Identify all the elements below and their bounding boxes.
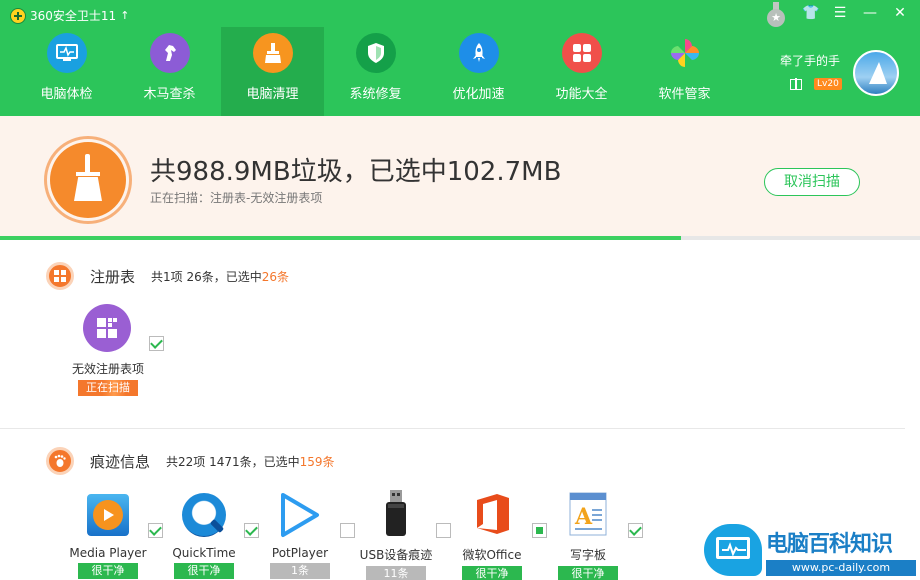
header: 360安全卫士11 ↑ ★ 👕 ☰ — ✕ 电脑体检 木马查杀 电脑清理 系统修… — [0, 0, 920, 116]
list-item[interactable]: QuickTime 很干净 — [154, 490, 259, 579]
item-status-tag: 11条 — [366, 566, 426, 580]
item-checkbox[interactable] — [628, 523, 643, 538]
list-item[interactable]: 无效注册表项 正在扫描 — [58, 304, 164, 396]
list-item[interactable]: Media Player 很干净 — [58, 490, 163, 579]
user-name[interactable]: 牵了手的手 — [780, 52, 840, 69]
media-player-icon — [87, 494, 129, 536]
menu-icon[interactable]: ☰ — [832, 5, 848, 21]
window-controls: 👕 ☰ — ✕ — [802, 5, 908, 21]
horse-icon — [149, 33, 190, 73]
cleanup-broom-icon — [50, 142, 126, 218]
potplayer-icon — [279, 492, 321, 542]
svg-text:A: A — [574, 504, 593, 530]
nav-item-repair[interactable]: 系统修复 — [324, 27, 427, 116]
grid-icon — [561, 33, 602, 73]
level-badge[interactable]: Lv20 — [814, 78, 842, 90]
nav-label: 系统修复 — [349, 87, 402, 102]
nav-item-software[interactable]: 软件管家 — [633, 27, 736, 116]
avatar[interactable] — [853, 50, 899, 96]
list-item[interactable]: USB设备痕迹 11条 — [346, 490, 451, 580]
list-item[interactable]: A 写字板 很干净 — [538, 490, 643, 580]
watermark-url: www.pc-daily.com — [766, 560, 916, 576]
update-arrow-icon[interactable]: ↑ — [120, 9, 129, 22]
quicktime-icon — [182, 493, 226, 537]
user-badges: Lv20 — [790, 77, 842, 90]
skin-icon[interactable]: 👕 — [802, 5, 819, 21]
list-item[interactable]: 微软Office 很干净 — [442, 490, 547, 580]
nav-label: 木马查杀 — [143, 87, 196, 102]
item-name: 无效注册表项 — [71, 362, 144, 376]
watermark-title: 电脑百科知识 — [766, 532, 893, 557]
main-nav: 电脑体检 木马查杀 电脑清理 系统修复 优化加速 功能大全 软件管家 — [15, 27, 736, 116]
usb-drive-icon — [384, 490, 408, 542]
wordpad-icon: A — [568, 491, 608, 541]
nav-item-trojan[interactable]: 木马查杀 — [118, 27, 221, 116]
registry-icon — [83, 304, 131, 352]
item-name: PotPlayer — [271, 546, 329, 560]
rocket-icon — [458, 33, 499, 73]
section-title: 注册表 — [90, 267, 136, 286]
section-registry: 注册表 共1项 26条，已选中26条 — [46, 262, 289, 290]
item-status-tag: 很干净 — [78, 563, 138, 579]
nav-label: 优化加速 — [452, 87, 505, 102]
minimize-icon[interactable]: — — [862, 5, 878, 21]
watermark-logo: 电脑百科知识 www.pc-daily.com — [704, 522, 920, 580]
nav-item-checkup[interactable]: 电脑体检 — [15, 27, 118, 116]
nav-item-speedup[interactable]: 优化加速 — [427, 27, 530, 116]
scan-status-banner: 共988.9MB垃圾，已选中102.7MB 正在扫描：注册表-无效注册表项 取消… — [0, 116, 920, 240]
nav-item-cleanup[interactable]: 电脑清理 — [221, 27, 324, 116]
section-divider — [0, 428, 905, 429]
section-summary: 共1项 26条，已选中26条 — [151, 269, 290, 284]
monitor-icon — [46, 33, 87, 73]
registry-section-icon — [46, 262, 74, 290]
scan-summary: 共988.9MB垃圾，已选中102.7MB — [150, 157, 562, 187]
section-traces: 痕迹信息 共22项 1471条，已选中159条 — [46, 447, 335, 475]
nav-label: 电脑清理 — [246, 87, 299, 102]
cancel-scan-button[interactable]: 取消扫描 — [764, 168, 860, 196]
item-status-tag: 很干净 — [174, 563, 234, 579]
item-name: USB设备痕迹 — [359, 548, 433, 562]
app-window: 360安全卫士11 ↑ ★ 👕 ☰ — ✕ 电脑体检 木马查杀 电脑清理 系统修… — [0, 0, 920, 580]
item-status-tag: 正在扫描 — [78, 380, 138, 396]
broom-icon — [252, 33, 293, 73]
title-bar: 360安全卫士11 ↑ — [10, 7, 129, 24]
nav-label: 软件管家 — [658, 87, 711, 102]
shield-icon — [355, 33, 396, 73]
item-status-tag: 很干净 — [558, 566, 618, 580]
app-logo-icon — [10, 7, 26, 24]
scan-progress-bar — [0, 236, 920, 240]
list-item[interactable]: PotPlayer 1条 — [250, 490, 355, 579]
scan-progress-fill — [0, 236, 681, 240]
item-name: QuickTime — [172, 546, 236, 560]
item-checkbox[interactable] — [149, 336, 164, 351]
scan-status-text: 正在扫描：注册表-无效注册表项 — [150, 191, 323, 205]
close-icon[interactable]: ✕ — [892, 5, 908, 21]
item-status-tag: 1条 — [270, 563, 330, 579]
nav-label: 电脑体检 — [40, 87, 93, 102]
medal-icon[interactable]: ★ — [766, 2, 786, 28]
section-summary: 共22项 1471条，已选中159条 — [166, 454, 335, 469]
app-title: 360安全卫士11 — [30, 9, 117, 23]
office-icon — [475, 492, 511, 540]
software-manager-icon — [664, 33, 705, 73]
item-name: 写字板 — [569, 548, 606, 562]
item-name: 微软Office — [462, 548, 522, 562]
nav-item-features[interactable]: 功能大全 — [530, 27, 633, 116]
item-status-tag: 很干净 — [462, 566, 522, 580]
gift-icon[interactable] — [790, 77, 802, 90]
pc-monitor-icon — [704, 524, 762, 576]
nav-label: 功能大全 — [555, 87, 608, 102]
item-name: Media Player — [69, 546, 147, 560]
footprint-icon — [46, 447, 74, 475]
section-title: 痕迹信息 — [90, 452, 151, 471]
